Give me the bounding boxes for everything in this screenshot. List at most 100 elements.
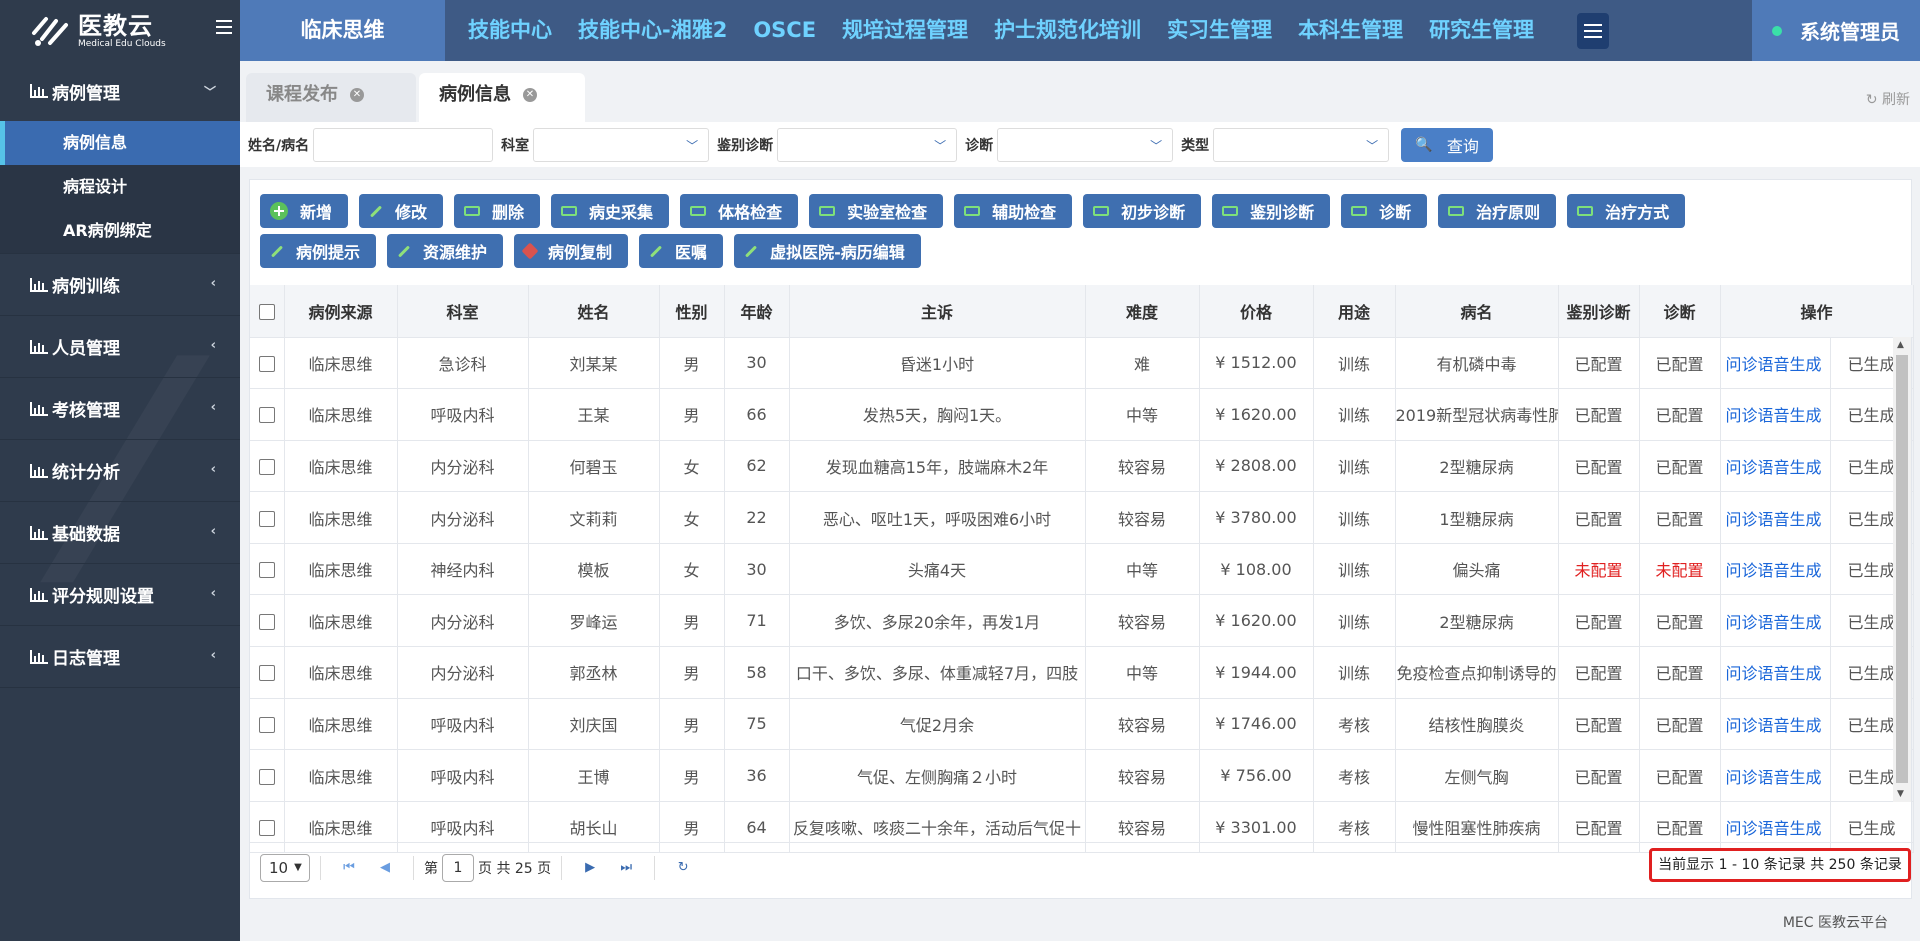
col-source[interactable]: 病例来源: [284, 285, 398, 338]
diagnosis-button[interactable]: 诊断: [1341, 194, 1428, 228]
last-page-icon[interactable]: ⏭: [614, 860, 638, 875]
voice-generate-link[interactable]: 问诊语音生成: [1720, 698, 1831, 751]
sidebar-toggle-icon[interactable]: [216, 20, 232, 34]
row-checkbox[interactable]: [258, 407, 275, 424]
next-page-icon[interactable]: ▶: [578, 860, 602, 875]
department-select[interactable]: ﹀: [533, 127, 710, 162]
initial-diagnosis-button[interactable]: 初步诊断: [1083, 194, 1202, 228]
physical-exam-button[interactable]: 体格检查: [680, 194, 799, 228]
treatment-principle-button[interactable]: 治疗原则: [1438, 194, 1557, 228]
nav-nurse-training[interactable]: 护士规范化培训: [981, 0, 1154, 61]
col-difficulty[interactable]: 难度: [1085, 285, 1200, 338]
col-age[interactable]: 年龄: [724, 285, 790, 338]
case-hint-button[interactable]: 病例提示: [260, 234, 377, 268]
delete-button[interactable]: 删除: [454, 194, 541, 228]
case-copy-button[interactable]: 病例复制: [514, 234, 629, 268]
nav-osce[interactable]: OSCE: [740, 0, 829, 61]
col-complaint[interactable]: 主诉: [789, 285, 1086, 338]
more-menu-button[interactable]: [1577, 12, 1610, 49]
scrollbar-thumb[interactable]: [1896, 355, 1908, 783]
type-select[interactable]: ﹀: [1213, 127, 1390, 162]
col-usage[interactable]: 用途: [1313, 285, 1396, 338]
col-disease[interactable]: 病名: [1395, 285, 1559, 338]
resource-maintain-button[interactable]: 资源维护: [387, 234, 504, 268]
nav-clinical-thinking[interactable]: 临床思维: [240, 0, 445, 61]
page-size-select[interactable]: 10 ▼: [260, 853, 310, 882]
row-checkbox[interactable]: [258, 665, 275, 682]
menu-logs[interactable]: 日志管理 ‹: [0, 626, 240, 688]
tab-case-info[interactable]: 病例信息 ✕: [419, 73, 585, 122]
diagnosis-select[interactable]: ﹀: [997, 127, 1174, 162]
prev-page-icon[interactable]: ◀: [373, 860, 397, 875]
menu-case-management[interactable]: 病例管理 ﹀: [0, 61, 240, 121]
row-checkbox[interactable]: [258, 510, 275, 527]
table-row[interactable]: 临床思维 呼吸内科 王某男 66 发热5天，胸闷1天。 中等 ¥ 1620.00 训练 2019…: [250, 388, 1914, 441]
sidebar-item-course-design[interactable]: 病程设计: [0, 165, 240, 209]
first-page-icon[interactable]: ⏮: [337, 860, 361, 875]
tab-course-publish[interactable]: 课程发布 ✕: [246, 73, 416, 122]
nav-skill-center-xiangya2[interactable]: 技能中心-湘雅2: [565, 0, 740, 61]
table-row[interactable]: 临床思维 内分泌科 罗峰运男 71 多饮、多尿20余年，再发1月 较容易 ¥ 1620.00…: [250, 594, 1914, 648]
sidebar-item-ar-binding[interactable]: AR病例绑定: [0, 209, 240, 253]
row-checkbox[interactable]: [258, 768, 275, 785]
close-icon[interactable]: ✕: [523, 88, 537, 102]
menu-personnel[interactable]: 人员管理 ‹: [0, 316, 240, 378]
table-row[interactable]: 临床思维 呼吸内科 刘庆国男 75 气促2月余 较容易 ¥ 1746.00 考核 结核性胸膜炎已…: [250, 698, 1914, 751]
row-checkbox[interactable]: [258, 820, 275, 837]
edit-button[interactable]: 修改: [359, 194, 444, 228]
vertical-scrollbar[interactable]: ▲ ▼: [1893, 337, 1911, 802]
table-row[interactable]: 临床思维 内分泌科 郭丞林男 58 口干、多饮、多尿、体重减轻7月，四肢 中等 ¥ 1944…: [250, 646, 1914, 699]
voice-generate-link[interactable]: 问诊语音生成: [1720, 440, 1831, 493]
close-icon[interactable]: ✕: [350, 88, 364, 102]
scroll-up-icon[interactable]: ▲: [1897, 340, 1904, 350]
table-row[interactable]: 临床思维 急诊科 刘某某男 30 昏迷1小时难 ¥ 1512.00 训练 有机磷中毒 已配置 已配…: [250, 337, 1914, 390]
row-checkbox[interactable]: [258, 562, 275, 579]
col-department[interactable]: 科室: [397, 285, 529, 338]
user-menu[interactable]: 系统管理员: [1752, 0, 1920, 61]
col-gender[interactable]: 性别: [659, 285, 725, 338]
reload-icon[interactable]: ↻: [671, 860, 695, 875]
voice-generate-link[interactable]: 问诊语音生成: [1720, 646, 1831, 699]
page-number-input[interactable]: 1: [442, 853, 474, 882]
nav-skill-center[interactable]: 技能中心: [455, 0, 565, 61]
treatment-method-button[interactable]: 治疗方式: [1567, 194, 1686, 228]
nav-residency-process[interactable]: 规培过程管理: [829, 0, 981, 61]
col-price[interactable]: 价格: [1199, 285, 1314, 338]
col-diagnosis[interactable]: 诊断: [1639, 285, 1721, 338]
select-all-checkbox[interactable]: [258, 303, 275, 320]
row-checkbox[interactable]: [258, 458, 275, 475]
menu-scoring-rules[interactable]: 评分规则设置 ‹: [0, 564, 240, 626]
col-diff-diagnosis[interactable]: 鉴别诊断: [1558, 285, 1640, 338]
voice-generate-link[interactable]: 问诊语音生成: [1720, 337, 1831, 390]
lab-exam-button[interactable]: 实验室检查: [809, 194, 944, 228]
voice-generate-link[interactable]: 问诊语音生成: [1720, 388, 1831, 441]
history-collect-button[interactable]: 病史采集: [551, 194, 670, 228]
table-row[interactable]: 临床思维 内分泌科 文莉莉女 22 恶心、呕吐1天，呼吸困难6小时 较容易 ¥ 3780.0…: [250, 491, 1914, 544]
table-row[interactable]: 临床思维 神经内科 模板女 30 头痛4天 中等 ¥ 108.00 训练 偏头痛 未配置 未配置 问诊…: [250, 543, 1914, 596]
nav-graduate[interactable]: 研究生管理: [1416, 0, 1547, 61]
voice-generate-link[interactable]: 问诊语音生成: [1720, 594, 1831, 648]
voice-generate-link[interactable]: 问诊语音生成: [1720, 491, 1831, 544]
menu-statistics[interactable]: 统计分析 ‹: [0, 440, 240, 502]
row-checkbox[interactable]: [258, 716, 275, 733]
menu-case-training[interactable]: 病例训练 ‹: [0, 254, 240, 316]
add-button[interactable]: 新增: [260, 194, 349, 228]
row-checkbox[interactable]: [258, 355, 275, 372]
auxiliary-exam-button[interactable]: 辅助检查: [954, 194, 1073, 228]
voice-generate-link[interactable]: 问诊语音生成: [1720, 543, 1831, 596]
diff-diagnosis-select[interactable]: ﹀: [777, 127, 958, 162]
scroll-down-icon[interactable]: ▼: [1897, 789, 1904, 799]
nav-undergraduate[interactable]: 本科生管理: [1285, 0, 1416, 61]
virtual-hospital-edit-button[interactable]: 虚拟医院-病历编辑: [734, 234, 921, 268]
nav-intern-management[interactable]: 实习生管理: [1154, 0, 1285, 61]
menu-base-data[interactable]: 基础数据 ‹: [0, 502, 240, 564]
voice-generate-link[interactable]: 问诊语音生成: [1720, 749, 1831, 802]
refresh-button[interactable]: ↻ 刷新: [1866, 89, 1910, 109]
diff-diagnosis-button[interactable]: 鉴别诊断: [1212, 194, 1331, 228]
sidebar-item-case-info[interactable]: 病例信息: [0, 121, 240, 165]
medical-order-button[interactable]: 医嘱: [639, 234, 724, 268]
menu-exam[interactable]: 考核管理 ‹: [0, 378, 240, 440]
name-input[interactable]: [313, 127, 494, 162]
table-row[interactable]: 临床思维 内分泌科 何碧玉女 62 发现血糖高15年，肢端麻木2年 较容易 ¥ 2808.0…: [250, 440, 1914, 493]
query-button[interactable]: 🔍 查询: [1401, 127, 1494, 162]
